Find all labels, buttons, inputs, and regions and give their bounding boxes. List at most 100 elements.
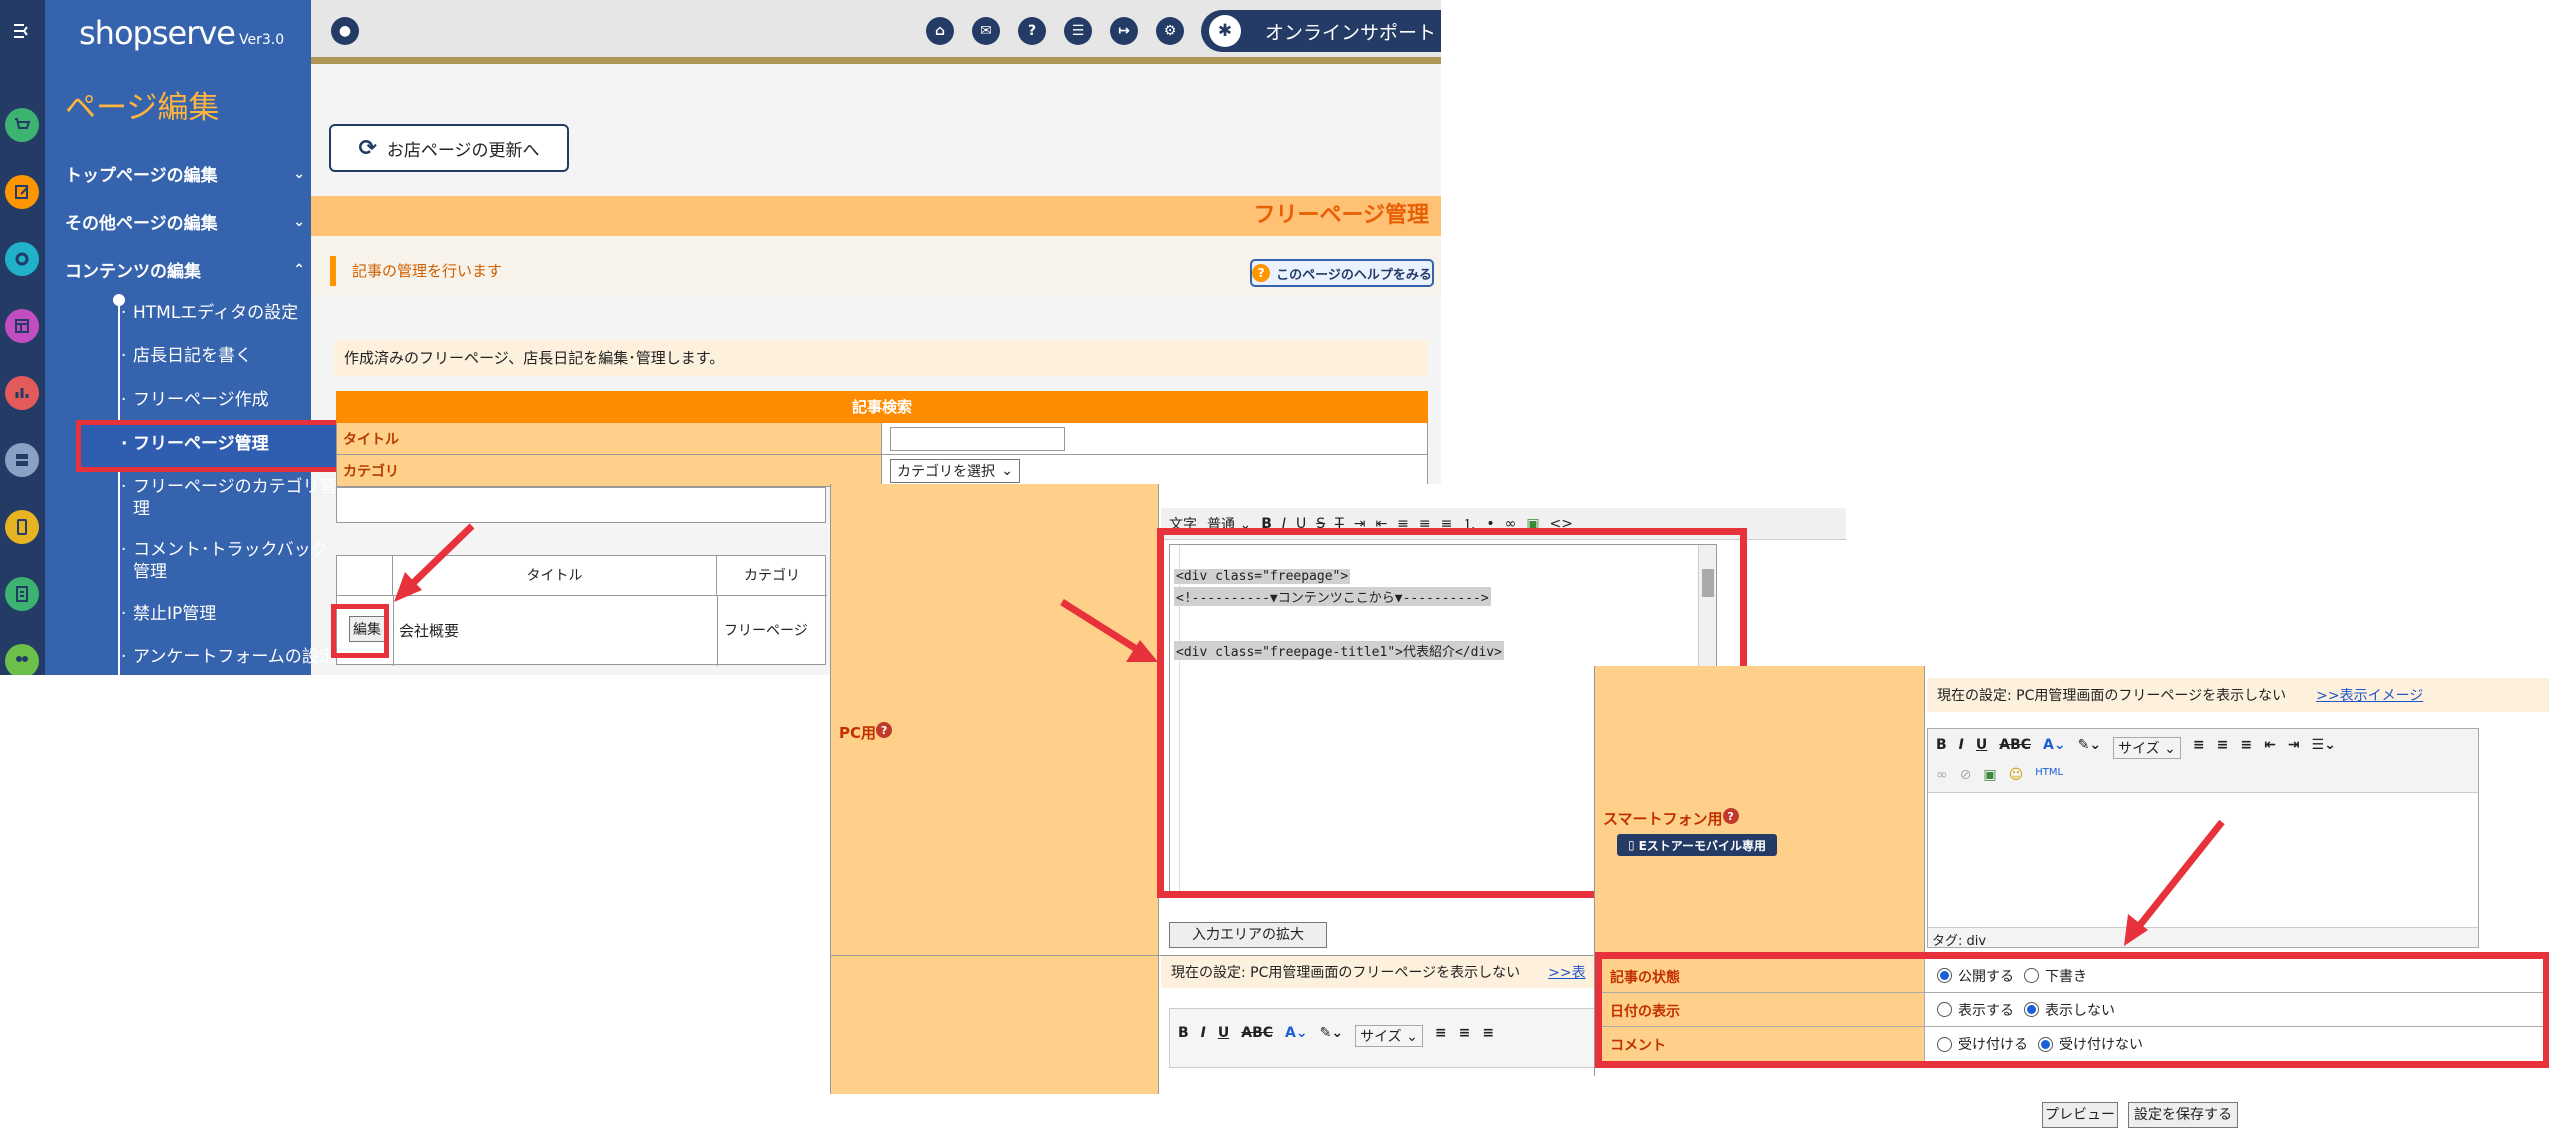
- bold-icon[interactable]: B: [1936, 737, 1947, 759]
- settings-icon[interactable]: ⚙: [1156, 17, 1184, 45]
- align-right-icon[interactable]: ≡: [2240, 737, 2252, 759]
- icon-sidebar: [0, 0, 45, 675]
- article-list-table: タイトル カテゴリ 編集 会社概要 フリーページ: [336, 555, 827, 666]
- mobile-only-badge: ▯ Eストアーモバイル専用: [1617, 834, 1777, 856]
- online-support-button[interactable]: ✱ オンラインサポート: [1201, 10, 1441, 52]
- publish-radio[interactable]: [1937, 968, 1952, 983]
- lightbulb-icon: ✱: [1209, 15, 1241, 47]
- highlight-color-icon[interactable]: ✎⌄: [1320, 1025, 1343, 1047]
- bold-icon[interactable]: B: [1178, 1025, 1189, 1047]
- font-color-icon[interactable]: A⌄: [1285, 1025, 1308, 1047]
- size-select[interactable]: サイズ ⌄: [1355, 1025, 1423, 1047]
- html-icon[interactable]: HTML: [2035, 767, 2063, 783]
- category-select[interactable]: カテゴリを選択 ⌄: [890, 459, 1020, 483]
- sidebar-item-banned-ip[interactable]: · 禁止IP管理: [121, 603, 343, 625]
- align-left-icon[interactable]: ≡: [2193, 737, 2205, 759]
- help-icon[interactable]: ?: [1018, 17, 1046, 45]
- sidebar-item-comment-trackback[interactable]: · コメント･トラックバック管理: [121, 539, 343, 583]
- search-blank-row: [336, 487, 826, 523]
- expand-input-button[interactable]: 入力エリアの拡大: [1169, 922, 1327, 948]
- font-color-icon[interactable]: A⌄: [2043, 737, 2066, 759]
- document-icon[interactable]: [5, 577, 39, 611]
- list-icon[interactable]: ☰⌄: [2312, 737, 2336, 759]
- smartphone-editor-screen: スマートフォン用? ▯ Eストアーモバイル専用 現在の設定: PC用管理画面のフリ…: [1594, 666, 2549, 1076]
- align-left-icon[interactable]: ≡: [1435, 1025, 1447, 1047]
- page-edit-icon[interactable]: [5, 175, 39, 209]
- user-icon[interactable]: ●: [331, 17, 359, 45]
- unlink-icon[interactable]: ⊘: [1960, 767, 1972, 783]
- search-title-label: タイトル: [337, 423, 882, 454]
- store-icon[interactable]: ⌂: [926, 17, 954, 45]
- sp-rich-editor[interactable]: B I U ABC A⌄ ✎⌄ サイズ ⌄ ≡ ≡ ≡ ⇤ ⇥ ☰⌄ ∞ ⊘ ▣…: [1927, 728, 2479, 949]
- link-icon[interactable]: ∞: [1936, 767, 1948, 783]
- preview-image-link[interactable]: >>表: [1548, 965, 1585, 981]
- chart-icon[interactable]: [5, 376, 39, 410]
- status-row-article: 記事の状態 公開する 下書き: [1602, 959, 2543, 993]
- title-search-input[interactable]: [890, 427, 1065, 451]
- gear-icon[interactable]: [5, 242, 39, 276]
- edit-highlight-frame: [331, 604, 389, 658]
- sidebar-item-freepage-manage[interactable]: · フリーページ管理: [121, 433, 343, 455]
- sidebar-item-diary[interactable]: · 店長日記を書く: [121, 345, 343, 367]
- row-category: フリーページ: [724, 623, 808, 639]
- users-icon[interactable]: [5, 644, 39, 675]
- preview-image-link[interactable]: >>表示イメージ: [2316, 688, 2423, 704]
- sidebar-item-survey-form[interactable]: · アンケートフォームの設定: [121, 646, 343, 668]
- preview-button[interactable]: プレビュー: [2042, 1102, 2118, 1128]
- save-settings-button[interactable]: 設定を保存する: [2128, 1102, 2238, 1128]
- show-date-radio[interactable]: [1937, 1002, 1952, 1017]
- logout-icon[interactable]: ↦: [1110, 17, 1138, 45]
- sidebar-item-html-editor[interactable]: · HTMLエディタの設定: [121, 302, 343, 324]
- chevron-down-icon: ⌄: [1001, 463, 1013, 479]
- menu-toggle-icon[interactable]: [5, 14, 39, 48]
- mobile-icon[interactable]: [5, 510, 39, 544]
- chevron-down-icon: ⌄: [293, 165, 305, 182]
- align-center-icon[interactable]: ≡: [1459, 1025, 1471, 1047]
- pc-label: PC用?: [839, 722, 893, 743]
- chevron-up-icon: ⌃: [293, 261, 305, 278]
- search-category-row: カテゴリ カテゴリを選択 ⌄: [336, 455, 1428, 487]
- help-icon[interactable]: ?: [1722, 808, 1739, 824]
- help-icon[interactable]: ?: [876, 722, 893, 738]
- highlight-color-icon[interactable]: ✎⌄: [2078, 737, 2101, 759]
- align-right-icon[interactable]: ≡: [1482, 1025, 1494, 1047]
- align-center-icon[interactable]: ≡: [2217, 737, 2229, 759]
- tag-path: タグ: div: [1928, 927, 2478, 949]
- server-icon[interactable]: [5, 443, 39, 477]
- cart-icon[interactable]: [5, 108, 39, 142]
- reject-comment-radio[interactable]: [2038, 1036, 2053, 1052]
- status-row-date: 日付の表示 表示する 表示しない: [1602, 993, 2543, 1027]
- underline-icon[interactable]: U: [1976, 737, 1987, 759]
- sp-current-setting: 現在の設定: PC用管理画面のフリーページを表示しない >>表示イメージ: [1927, 678, 2549, 712]
- accept-comment-radio[interactable]: [1937, 1036, 1952, 1052]
- chat-icon[interactable]: ☰: [1064, 17, 1092, 45]
- sidebar-group-other-pages[interactable]: その他ページの編集 ⌄: [65, 209, 305, 235]
- indent-icon[interactable]: ⇥: [2288, 737, 2300, 759]
- sidebar-group-top-page[interactable]: トップページの編集 ⌄: [65, 161, 305, 187]
- emoji-icon[interactable]: ☺: [2009, 767, 2024, 783]
- strike-icon[interactable]: ABC: [1999, 737, 2031, 759]
- sidebar-title: ページ編集: [65, 90, 220, 126]
- label-column: [831, 484, 1159, 1094]
- sidebar-group-contents[interactable]: コンテンツの編集 ⌃: [65, 257, 305, 283]
- shop-refresh-button[interactable]: ⟳ お店ページの更新へ: [329, 124, 569, 172]
- sidebar-item-freepage-create[interactable]: · フリーページ作成: [121, 389, 343, 411]
- italic-icon[interactable]: I: [1201, 1025, 1206, 1047]
- logo: shopserve Ver3.0: [79, 14, 285, 52]
- mail-icon[interactable]: ✉: [972, 17, 1000, 45]
- underline-icon[interactable]: U: [1218, 1025, 1229, 1047]
- hide-date-radio[interactable]: [2024, 1002, 2039, 1017]
- layout-icon[interactable]: [5, 309, 39, 343]
- row-title[interactable]: 会社概要: [399, 620, 459, 641]
- draft-radio[interactable]: [2024, 968, 2039, 983]
- strike-icon[interactable]: ABC: [1241, 1025, 1273, 1047]
- page-help-button[interactable]: ? このページのヘルプをみる: [1250, 259, 1434, 287]
- image-icon[interactable]: ▣: [1983, 767, 1996, 783]
- italic-icon[interactable]: I: [1959, 737, 1964, 759]
- top-bar: ● ⌂ ✉ ? ☰ ↦ ⚙ ✱ オンラインサポート: [311, 0, 1441, 64]
- size-select[interactable]: サイズ ⌄: [2113, 737, 2181, 759]
- search-title-row: タイトル: [336, 423, 1428, 455]
- outdent-icon[interactable]: ⇤: [2264, 737, 2276, 759]
- tree-line: [118, 300, 120, 675]
- sidebar-item-freepage-category[interactable]: · フリーページのカテゴリ管理: [121, 476, 343, 520]
